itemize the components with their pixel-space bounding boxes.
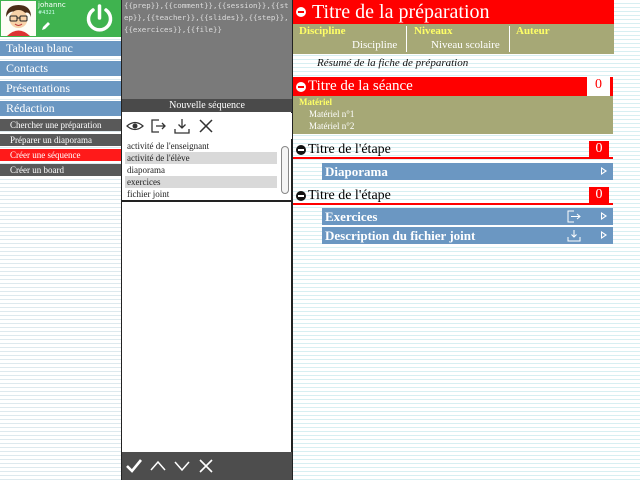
chevron-right-icon[interactable] xyxy=(601,167,607,175)
materiel-box: Matériel Matériel n°1 Matériel n°2 xyxy=(293,96,613,134)
download-icon[interactable] xyxy=(173,117,191,135)
divider xyxy=(406,26,407,52)
etape-header[interactable]: Titre de l'étape 0 xyxy=(293,141,613,159)
etape-header[interactable]: Titre de l'étape 0 xyxy=(293,187,613,205)
close-icon[interactable] xyxy=(197,457,215,475)
preparation-summary[interactable]: Résumé de la fiche de préparation xyxy=(317,57,468,69)
submenu-chercher-preparation[interactable]: Chercher une préparation xyxy=(0,119,121,131)
chevron-right-icon[interactable] xyxy=(601,231,607,239)
materiel-item[interactable]: Matériel n°1 xyxy=(309,109,354,119)
check-icon[interactable] xyxy=(125,457,143,475)
column-header-auteur: Auteur xyxy=(516,25,550,37)
menu-contacts[interactable]: Contacts xyxy=(0,61,121,76)
menu-redaction[interactable]: Rédaction xyxy=(0,101,121,116)
divider xyxy=(509,26,510,52)
column-header-discipline: Discipline xyxy=(299,25,346,37)
metadata-table: Discipline Niveaux Auteur Discipline Niv… xyxy=(293,24,614,54)
collapse-icon[interactable] xyxy=(296,191,306,201)
seance-title[interactable]: Titre de la séance xyxy=(308,77,413,96)
collapse-icon[interactable] xyxy=(296,82,306,92)
arrow-down-icon[interactable] xyxy=(173,457,191,475)
submenu-creer-sequence[interactable]: Créer une séquence xyxy=(0,149,121,161)
etape-title[interactable]: Titre de l'étape xyxy=(308,187,391,204)
sequence-toolbar xyxy=(122,113,292,139)
bottom-toolbar xyxy=(122,452,292,480)
seance-header[interactable]: Titre de la séance 0 xyxy=(293,77,613,96)
chevron-right-icon[interactable] xyxy=(601,212,607,220)
preparation-content: Titre de la préparation Discipline Nivea… xyxy=(293,0,640,480)
power-icon[interactable] xyxy=(83,2,116,35)
exercices-bar[interactable]: Exercices xyxy=(322,208,613,225)
submenu-creer-board[interactable]: Créer un board xyxy=(0,164,121,176)
bar-label: Diaporama xyxy=(325,164,388,179)
avatar[interactable] xyxy=(1,1,36,36)
scrollbar[interactable] xyxy=(281,146,289,194)
discipline-value[interactable]: Discipline xyxy=(352,39,397,51)
materiel-label: Matériel xyxy=(299,97,332,107)
etape-title[interactable]: Titre de l'étape xyxy=(308,141,391,158)
eye-icon[interactable] xyxy=(126,117,144,135)
list-item[interactable]: activité de l'enseignant xyxy=(125,140,277,152)
materiel-item[interactable]: Matériel n°2 xyxy=(309,121,354,131)
bar-label: Description du fichier joint xyxy=(325,228,476,243)
etape-count: 0 xyxy=(589,187,609,205)
seance-count: 0 xyxy=(587,77,610,96)
list-item[interactable]: activité de l'élève xyxy=(125,152,277,164)
menu-presentations[interactable]: Présentations xyxy=(0,81,121,96)
diaporama-bar[interactable]: Diaporama xyxy=(322,163,613,180)
fichier-joint-bar[interactable]: Description du fichier joint xyxy=(322,227,613,244)
left-sidebar: johannc #4321 Tableau blanc Contacts Pré… xyxy=(0,0,121,480)
user-code: #4321 xyxy=(38,10,55,16)
arrow-up-icon[interactable] xyxy=(149,457,167,475)
download-icon[interactable] xyxy=(567,229,581,242)
template-code[interactable]: {{prep}},{{comment}},{{session}},{{step}… xyxy=(122,0,292,99)
collapse-icon[interactable] xyxy=(296,145,306,155)
collapse-icon[interactable] xyxy=(296,7,306,17)
close-icon[interactable] xyxy=(197,117,215,135)
list-item[interactable]: fichier joint xyxy=(125,188,277,200)
export-icon[interactable] xyxy=(567,210,581,223)
list-item[interactable]: exercices xyxy=(125,176,277,188)
username: johannc xyxy=(38,1,66,9)
submenu-preparer-diaporama[interactable]: Préparer un diaporama xyxy=(0,134,121,146)
sequence-editor-panel: {{prep}},{{comment}},{{session}},{{step}… xyxy=(121,0,293,480)
niveau-value[interactable]: Niveau scolaire xyxy=(431,39,500,51)
bar-label: Exercices xyxy=(325,209,378,224)
pencil-icon[interactable] xyxy=(40,20,52,32)
divider xyxy=(122,200,292,202)
column-header-niveaux: Niveaux xyxy=(414,25,453,37)
list-item[interactable]: diaporama xyxy=(125,164,277,176)
user-bar: johannc #4321 xyxy=(0,0,121,37)
activity-list: activité de l'enseignant activité de l'é… xyxy=(125,140,289,200)
export-icon[interactable] xyxy=(149,117,167,135)
menu-tableau-blanc[interactable]: Tableau blanc xyxy=(0,41,121,56)
etape-count: 0 xyxy=(589,141,609,159)
section-label: Nouvelle séquence xyxy=(122,99,292,112)
page-title[interactable]: Titre de la préparation xyxy=(312,0,490,24)
preparation-header[interactable]: Titre de la préparation xyxy=(293,0,614,24)
